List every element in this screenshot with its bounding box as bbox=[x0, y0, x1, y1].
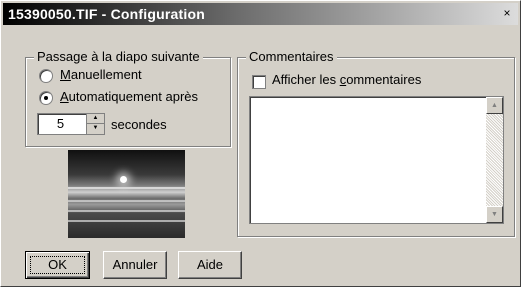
wave bbox=[68, 200, 185, 202]
show-comments-checkbox[interactable] bbox=[252, 75, 266, 89]
close-icon[interactable]: × bbox=[500, 7, 514, 20]
spinner-buttons: ▲ ▼ bbox=[86, 114, 104, 134]
wave bbox=[68, 210, 185, 212]
configuration-dialog: 15390050.TIF - Configuration × Passage à… bbox=[0, 0, 521, 287]
seconds-spinner[interactable]: 5 ▲ ▼ bbox=[37, 113, 105, 135]
comments-group-label: Commentaires bbox=[246, 49, 337, 64]
show-comments-label[interactable]: Afficher les commentaires bbox=[272, 72, 421, 87]
sun bbox=[120, 176, 127, 183]
preview-thumbnail bbox=[68, 150, 185, 238]
slide-advance-group-label: Passage à la diapo suivante bbox=[34, 49, 203, 64]
manual-radio[interactable] bbox=[39, 69, 53, 83]
seconds-label: secondes bbox=[111, 117, 167, 132]
seconds-value[interactable]: 5 bbox=[38, 116, 83, 131]
scroll-down-icon[interactable]: ▼ bbox=[486, 206, 503, 223]
help-button[interactable]: Aide bbox=[178, 251, 242, 279]
manual-label[interactable]: Manuellement bbox=[60, 67, 142, 82]
wave bbox=[68, 220, 185, 222]
cancel-button[interactable]: Annuler bbox=[103, 251, 167, 279]
comments-scrollbar[interactable]: ▲ ▼ bbox=[486, 97, 503, 223]
ok-button[interactable]: OK bbox=[25, 251, 90, 279]
automatic-label[interactable]: Automatiquement après bbox=[60, 89, 198, 104]
arrow-down-icon[interactable]: ▼ bbox=[87, 124, 104, 133]
comments-textarea[interactable]: ▲ ▼ bbox=[249, 96, 504, 224]
title-bar[interactable]: 15390050.TIF - Configuration × bbox=[3, 3, 518, 25]
automatic-radio[interactable] bbox=[39, 91, 53, 105]
arrow-up-icon[interactable]: ▲ bbox=[87, 114, 104, 124]
focus-rect bbox=[30, 256, 85, 274]
window-title: 15390050.TIF - Configuration bbox=[8, 6, 205, 22]
scroll-up-icon[interactable]: ▲ bbox=[486, 97, 503, 114]
horizon bbox=[68, 187, 185, 189]
